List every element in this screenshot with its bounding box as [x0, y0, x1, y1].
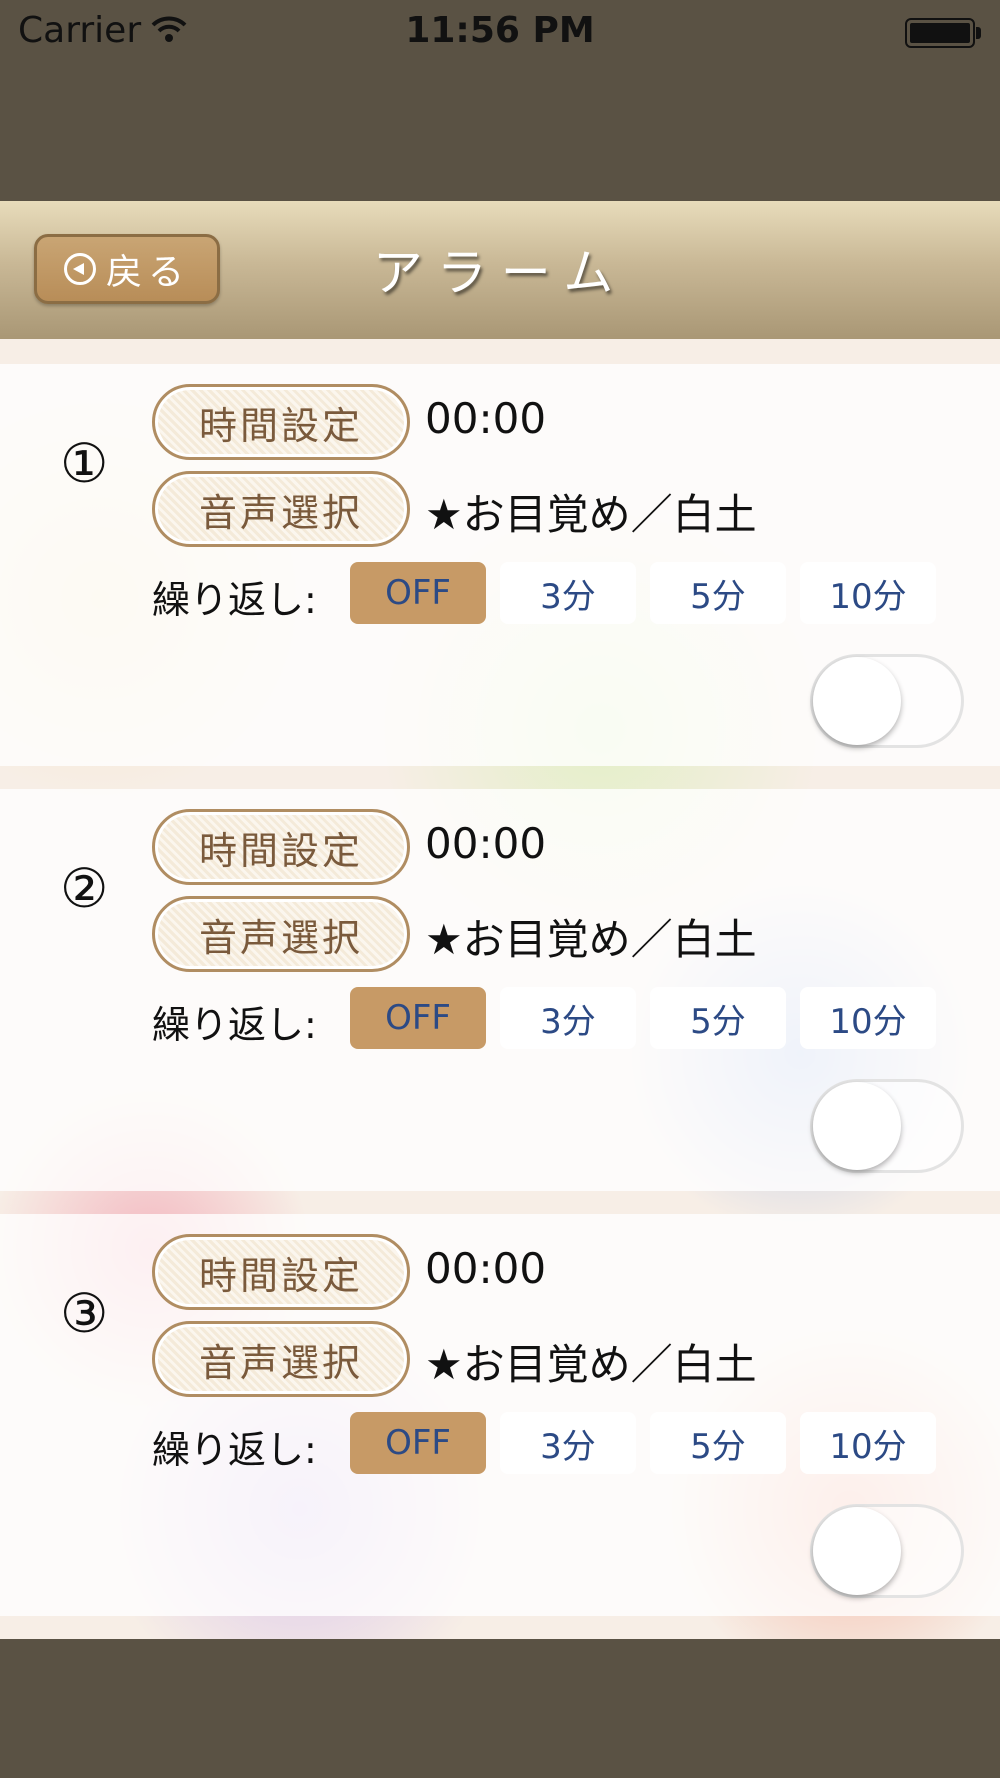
time-setting-button[interactable]: 時間設定 — [152, 809, 410, 885]
battery-icon — [905, 18, 975, 48]
sound-select-button[interactable]: 音声選択 — [152, 896, 410, 972]
alarm-card-3: ③ 時間設定 00:00 音声選択 ★お目覚め／白土 繰り返し: OFF 3分 … — [0, 1214, 1000, 1616]
toggle-knob — [813, 1082, 901, 1170]
alarm-toggle[interactable] — [810, 1504, 964, 1598]
status-bar: Carrier 11:56 PM — [0, 0, 1000, 70]
repeat-option-off[interactable]: OFF — [350, 562, 486, 624]
repeat-option-5min[interactable]: 5分 — [650, 987, 786, 1049]
alarm-sound-value: ★お目覚め／白土 — [425, 915, 757, 964]
alarm-card-1: ① 時間設定 00:00 音声選択 ★お目覚め／白土 繰り返し: OFF 3分 … — [0, 364, 1000, 766]
time-setting-button[interactable]: 時間設定 — [152, 1234, 410, 1310]
toggle-knob — [813, 657, 901, 745]
repeat-label: 繰り返し: — [152, 578, 317, 622]
alarm-sound-value: ★お目覚め／白土 — [425, 490, 757, 539]
page-title: アラーム — [372, 244, 628, 302]
repeat-option-off[interactable]: OFF — [350, 987, 486, 1049]
alarm-time-value: 00:00 — [425, 1244, 547, 1293]
repeat-option-off[interactable]: OFF — [350, 1412, 486, 1474]
alarm-number: ① — [60, 432, 109, 495]
repeat-option-3min[interactable]: 3分 — [500, 1412, 636, 1474]
repeat-label: 繰り返し: — [152, 1428, 317, 1472]
nav-bar: 戻る アラーム — [0, 201, 1000, 339]
battery-tip — [976, 27, 981, 39]
alarm-list: ① 時間設定 00:00 音声選択 ★お目覚め／白土 繰り返し: OFF 3分 … — [0, 339, 1000, 1639]
time-setting-button[interactable]: 時間設定 — [152, 384, 410, 460]
repeat-option-3min[interactable]: 3分 — [500, 562, 636, 624]
repeat-option-5min[interactable]: 5分 — [650, 1412, 786, 1474]
repeat-option-10min[interactable]: 10分 — [800, 562, 936, 624]
alarm-card-2: ② 時間設定 00:00 音声選択 ★お目覚め／白土 繰り返し: OFF 3分 … — [0, 789, 1000, 1191]
alarm-number: ③ — [60, 1282, 109, 1345]
repeat-option-5min[interactable]: 5分 — [650, 562, 786, 624]
alarm-number: ② — [60, 857, 109, 920]
alarm-toggle[interactable] — [810, 1079, 964, 1173]
repeat-label: 繰り返し: — [152, 1003, 317, 1047]
repeat-option-3min[interactable]: 3分 — [500, 987, 636, 1049]
alarm-time-value: 00:00 — [425, 819, 547, 868]
alarm-toggle[interactable] — [810, 654, 964, 748]
repeat-option-10min[interactable]: 10分 — [800, 1412, 936, 1474]
toggle-knob — [813, 1507, 901, 1595]
sound-select-button[interactable]: 音声選択 — [152, 1321, 410, 1397]
alarm-time-value: 00:00 — [425, 394, 547, 443]
alarm-sound-value: ★お目覚め／白土 — [425, 1340, 757, 1389]
status-time: 11:56 PM — [405, 10, 595, 51]
sound-select-button[interactable]: 音声選択 — [152, 471, 410, 547]
repeat-option-10min[interactable]: 10分 — [800, 987, 936, 1049]
